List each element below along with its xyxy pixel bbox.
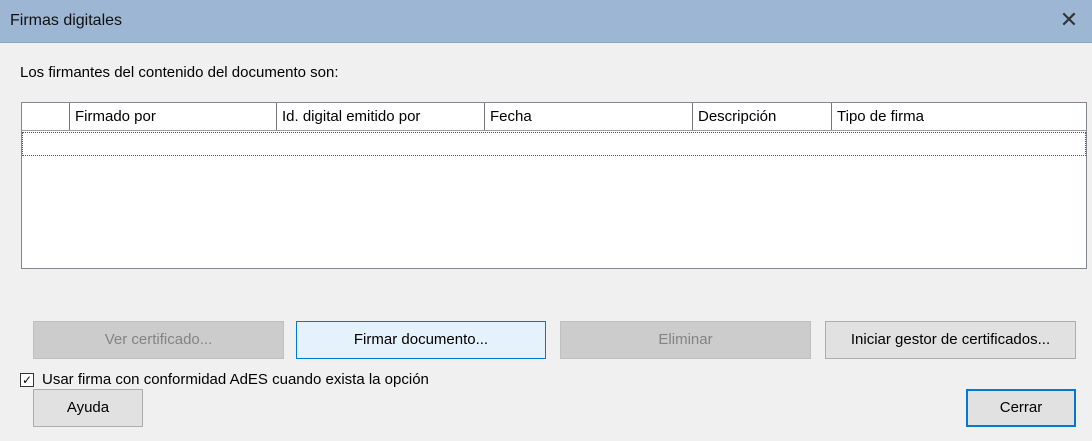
close-icon[interactable]: ✕	[1046, 0, 1092, 43]
column-header-date[interactable]: Fecha	[485, 103, 693, 130]
column-header-signature-type[interactable]: Tipo de firma	[832, 103, 1086, 130]
table-header: Firmado por Id. digital emitido por Fech…	[22, 103, 1086, 131]
start-certificate-manager-button[interactable]: Iniciar gestor de certificados...	[825, 321, 1076, 359]
table-focus-row[interactable]	[22, 132, 1086, 156]
title-bar: Firmas digitales ✕	[0, 0, 1092, 43]
window-title: Firmas digitales	[10, 12, 123, 29]
ades-checkbox-label[interactable]: Usar firma con conformidad AdES cuando e…	[42, 371, 429, 388]
signers-heading: Los firmantes del contenido del document…	[20, 64, 339, 81]
column-header-issued-by[interactable]: Id. digital emitido por	[277, 103, 485, 130]
signatures-table[interactable]: Firmado por Id. digital emitido por Fech…	[21, 102, 1087, 269]
help-button[interactable]: Ayuda	[33, 389, 143, 427]
column-header-description[interactable]: Descripción	[693, 103, 832, 130]
sign-document-button[interactable]: Firmar documento...	[296, 321, 546, 359]
column-header-signed-by[interactable]: Firmado por	[70, 103, 277, 130]
remove-button[interactable]: Eliminar	[560, 321, 811, 359]
view-certificate-button[interactable]: Ver certificado...	[33, 321, 284, 359]
ades-checkbox[interactable]: ✓	[20, 373, 34, 387]
close-button[interactable]: Cerrar	[966, 389, 1076, 427]
column-header-icon[interactable]	[22, 103, 70, 130]
